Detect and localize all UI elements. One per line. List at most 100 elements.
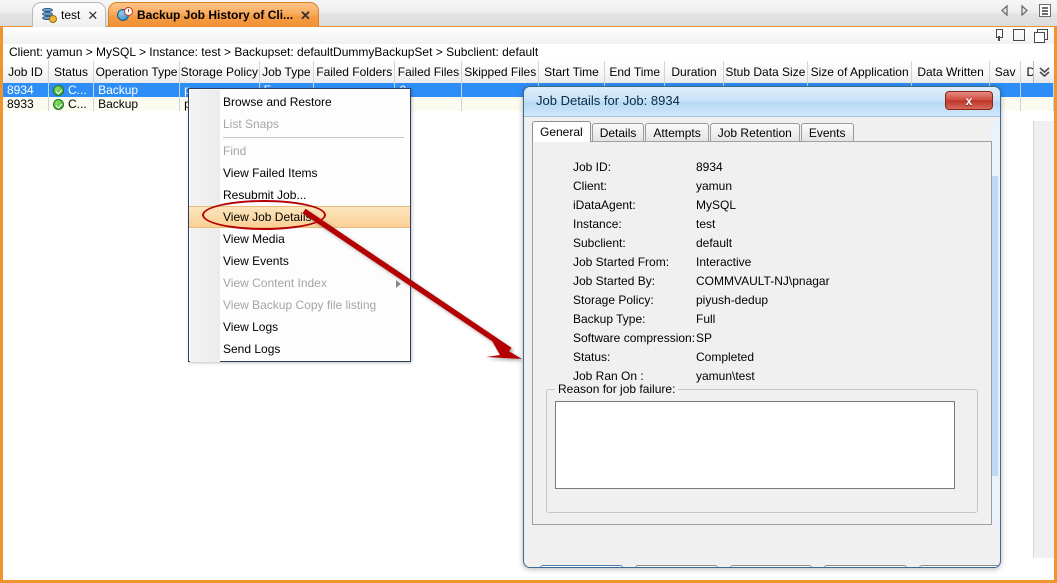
detail-field-value: SP: [696, 331, 712, 345]
menu-item-browse-and-restore[interactable]: Browse and Restore: [189, 91, 410, 113]
next-button[interactable]: Next: [824, 565, 907, 568]
detail-field-row: Client:yamun: [533, 179, 973, 198]
menu-item-label: View Content Index: [223, 276, 327, 290]
status-completed-icon: [53, 85, 64, 96]
grid-column-header[interactable]: Skipped Files: [462, 61, 539, 83]
table-cell: Backup: [94, 83, 180, 97]
table-cell: C...: [49, 97, 94, 111]
detail-field-row: Subclient:default: [533, 236, 973, 255]
menu-item-view-content-index: View Content Index: [189, 272, 410, 294]
group-title: Reason for job failure:: [555, 382, 678, 396]
tab-close-icon[interactable]: ✕: [300, 9, 311, 22]
history-globe-icon: [117, 7, 133, 23]
menu-item-label: Resubmit Job...: [223, 188, 306, 202]
detail-field-row: Storage Policy:piyush-dedup: [533, 293, 973, 312]
restore-icon[interactable]: [1034, 29, 1046, 41]
menu-item-view-media[interactable]: View Media: [189, 228, 410, 250]
dialog-tab-details[interactable]: Details: [592, 123, 645, 142]
reason-for-job-failure-textarea[interactable]: [555, 401, 955, 489]
tab-label: test: [61, 8, 80, 22]
detail-field-row: iDataAgent:MySQL: [533, 198, 973, 217]
grid-column-header[interactable]: Status: [49, 61, 94, 83]
tab-strip-tools: [999, 4, 1051, 17]
help-button[interactable]: Help: [919, 565, 1001, 568]
detail-field-value: default: [696, 236, 732, 250]
nav-prev-icon[interactable]: [999, 4, 1010, 17]
context-menu: Browse and Restore List Snaps Find View Fai…: [188, 88, 411, 362]
tab-strip: test ✕ Backup Job History of Cli... ✕: [0, 0, 1057, 27]
grid-column-header[interactable]: Stub Data Size: [724, 61, 808, 83]
menu-item-view-events[interactable]: View Events: [189, 250, 410, 272]
grid-column-header[interactable]: Failed Folders: [314, 61, 395, 83]
detail-field-row: Instance:test: [533, 217, 973, 236]
table-cell: C...: [49, 83, 94, 97]
dialog-tab-panel-general: Job ID:8934Client:yamuniDataAgent:MySQLI…: [532, 141, 992, 525]
grid-column-header[interactable]: Sav: [990, 61, 1022, 83]
grid-column-header[interactable]: Start Time: [539, 61, 605, 83]
menu-item-send-logs[interactable]: Send Logs: [189, 338, 410, 360]
dialog-title: Job Details for Job: 8934: [536, 93, 680, 108]
pin-icon[interactable]: [993, 29, 1004, 41]
tab-close-icon[interactable]: ✕: [87, 9, 98, 22]
detail-field-value: yamun: [696, 179, 732, 193]
job-details-dialog: Job Details for Job: 8934 x GeneralDetai…: [523, 86, 1001, 568]
detail-field-row: Software compression:SP: [533, 331, 973, 350]
menu-item-label: Send Logs: [223, 342, 280, 356]
window-toolbar: [0, 27, 1057, 44]
grid-column-header[interactable]: Operation Type: [94, 61, 180, 83]
menu-item-label: Find: [223, 144, 246, 158]
grid-column-header[interactable]: Failed Files: [395, 61, 462, 83]
grid-column-header[interactable]: Duration: [665, 61, 723, 83]
menu-item-label: Browse and Restore: [223, 95, 332, 109]
detail-field-row: Backup Type:Full: [533, 312, 973, 331]
table-cell: Backup: [94, 97, 180, 111]
tab-label: Backup Job History of Cli...: [137, 8, 293, 22]
tab-backup-job-history[interactable]: Backup Job History of Cli... ✕: [108, 2, 319, 27]
grid-column-header[interactable]: Job ID: [3, 61, 49, 83]
window-controls: [993, 29, 1046, 41]
menu-item-find: Find: [189, 140, 410, 162]
menu-item-resubmit-job[interactable]: Resubmit Job...: [189, 184, 410, 206]
grid-column-header[interactable]: Data Written: [912, 61, 990, 83]
menu-item-view-job-details[interactable]: View Job Details: [189, 206, 410, 228]
grid-column-header[interactable]: End Time: [605, 61, 665, 83]
menu-item-view-failed-items[interactable]: View Failed Items: [189, 162, 410, 184]
nav-next-icon[interactable]: [1019, 4, 1030, 17]
menu-item-label: List Snaps: [223, 117, 279, 131]
ok-button[interactable]: OK: [540, 565, 623, 568]
grid-column-header[interactable]: Storage Policy: [180, 61, 259, 83]
detail-field-row: Job Started From:Interactive: [533, 255, 973, 274]
detail-field-value: MySQL: [696, 198, 736, 212]
grid-header-row: Job IDStatusOperation TypeStorage Policy…: [3, 61, 1054, 83]
menu-item-view-logs[interactable]: View Logs: [189, 316, 410, 338]
menu-item-label: View Backup Copy file listing: [223, 298, 376, 312]
menu-item-label: View Events: [223, 254, 289, 268]
table-cell: 8933: [3, 97, 49, 111]
dialog-tab-general[interactable]: General: [532, 121, 591, 142]
tab-test[interactable]: test ✕: [32, 2, 106, 27]
table-cell: [1021, 83, 1054, 97]
grid-vertical-scrollbar[interactable]: [1033, 121, 1054, 558]
dialog-tab-job-retention[interactable]: Job Retention: [710, 123, 800, 142]
application-window: test ✕ Backup Job History of Cli... ✕: [0, 0, 1057, 583]
tab-list-icon[interactable]: [1039, 4, 1051, 17]
menu-item-view-backup-copy-file-listing: View Backup Copy file listing: [189, 294, 410, 316]
previous-button[interactable]: Previous: [730, 565, 813, 568]
dialog-tab-attempts[interactable]: Attempts: [645, 123, 708, 142]
detail-field-value: yamun\test: [696, 369, 755, 383]
dialog-title-bar[interactable]: Job Details for Job: 8934 x: [524, 87, 1000, 117]
menu-separator: [223, 137, 404, 138]
detail-field-value: Completed: [696, 350, 754, 364]
table-cell: [1021, 97, 1054, 111]
grid-column-header[interactable]: Size of Application: [808, 61, 912, 83]
submenu-chevron-icon: [396, 280, 401, 288]
column-overflow-chevron-icon[interactable]: [1033, 61, 1054, 83]
detail-field-value: 8934: [696, 160, 723, 174]
dialog-tab-events[interactable]: Events: [801, 123, 854, 142]
detail-field-value: COMMVAULT-NJ\pnagar: [696, 274, 830, 288]
close-button[interactable]: Close: [635, 565, 718, 568]
dialog-close-button[interactable]: x: [945, 91, 993, 110]
grid-column-header[interactable]: Job Type: [260, 61, 315, 83]
maximize-icon[interactable]: [1013, 29, 1025, 41]
menu-item-label: View Media: [223, 232, 285, 246]
